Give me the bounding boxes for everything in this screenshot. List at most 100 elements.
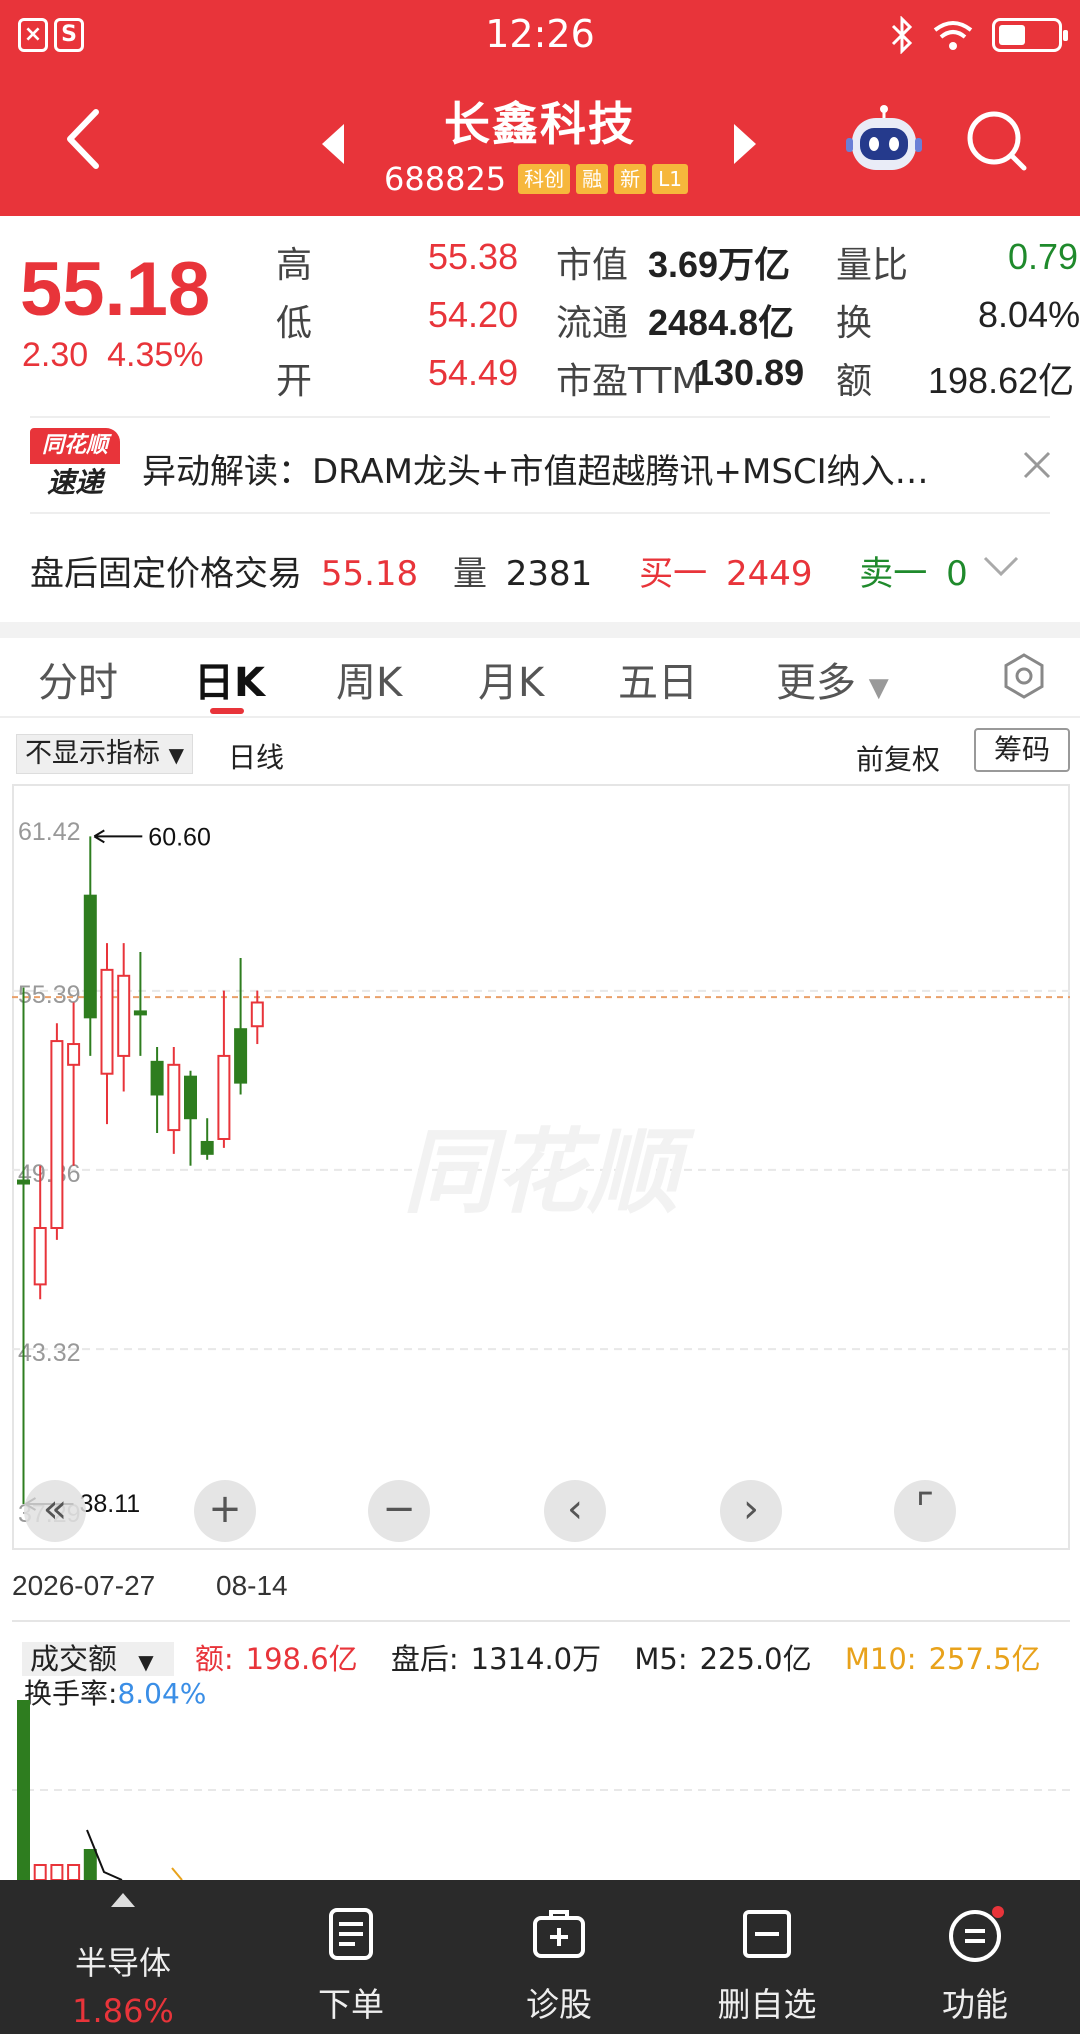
volume-ratio-value: 0.79 [1008, 236, 1079, 277]
high-label: 高 [276, 245, 313, 286]
search-icon[interactable] [964, 108, 1030, 174]
diagnose-kit-icon [533, 1910, 585, 1958]
status-bar: × S 12:26 [0, 0, 1080, 72]
bottom-nav: 半导体 1.86% 下单 诊股 删自选 功能 [0, 1880, 1080, 2034]
tab-five-day[interactable]: 五日 [618, 650, 698, 708]
nav-functions-label: 功能 [942, 1985, 1008, 2024]
indicator-selector[interactable]: 不显示指标 ▼ [16, 734, 193, 774]
alert-divider [30, 512, 1050, 514]
next-stock-icon[interactable] [730, 122, 760, 166]
stock-code: 688825 [384, 160, 507, 198]
m10-readout: M10: 257.5亿 [845, 1642, 1053, 1676]
candle-body [117, 974, 131, 1057]
stock-code-row: 688825 科创 融 新 L1 [384, 160, 689, 198]
volume-selector-label: 成交额 [30, 1642, 118, 1676]
battery-icon [992, 18, 1068, 52]
after-hours-readout: 盘后: 1314.0万 [391, 1642, 613, 1676]
tag-new: 新 [614, 164, 647, 194]
candle-body [133, 1010, 147, 1016]
y-tick-label: 55.39 [18, 981, 81, 1009]
buy-one-value: 2449 [725, 554, 813, 594]
active-tab-indicator [210, 708, 244, 714]
wifi-icon [933, 21, 973, 50]
caret-down-icon: ▼ [168, 743, 184, 767]
date-start: 2026-07-27 [12, 1570, 156, 1601]
float-cap-value: 2484.8亿 [648, 302, 795, 343]
amount-readout-value: 198.6亿 [245, 1642, 358, 1676]
low-label: 低 [276, 303, 313, 344]
m5-value: 225.0亿 [699, 1642, 812, 1676]
pe-value: 130.89 [694, 352, 805, 393]
volume-bar [33, 1864, 47, 1880]
volume-bar [83, 1849, 97, 1880]
zoom-out-button[interactable]: − [368, 1480, 430, 1542]
candle-body [17, 1179, 30, 1185]
candle-body [184, 1075, 197, 1120]
max-price-label: 60.60 [148, 823, 211, 851]
high-value: 55.38 [428, 236, 519, 277]
float-cap-label: 流通 [556, 303, 629, 344]
post-vol-label: 量 [452, 554, 487, 594]
candle-body [250, 1001, 264, 1028]
candlestick-chart[interactable]: 61.4255.3949.3643.3237.29同花顺60.6038.11 [12, 784, 1070, 1550]
tag-margin: 融 [576, 164, 609, 194]
candle-body [217, 1054, 231, 1140]
max-arrow [93, 829, 143, 844]
chips-button[interactable]: 筹码 [974, 728, 1070, 772]
candle-body [50, 1040, 64, 1230]
open-label: 开 [276, 361, 313, 402]
current-price: 55.18 [20, 247, 211, 332]
m10-label: M10: [844, 1642, 917, 1676]
change-amount: 2.30 [22, 336, 89, 374]
market-cap-value: 3.69万亿 [648, 244, 791, 285]
candle-body [33, 1227, 47, 1286]
m5-label: M5: [634, 1642, 688, 1676]
market-cap-label: 市值 [556, 245, 629, 286]
sector-percent: 1.86% [72, 1992, 174, 2030]
candle-body [83, 894, 97, 1019]
scroll-right-button[interactable]: › [720, 1480, 782, 1542]
badge-bottom-text: 速递 [46, 466, 103, 499]
line-type-label: 日线 [228, 741, 285, 774]
alert-text[interactable]: 异动解读：DRAM龙头+市值超越腾讯+MSCI纳入… [142, 444, 962, 493]
tab-monthly-k[interactable]: 月K [478, 650, 544, 708]
tab-intraday[interactable]: 分时 [38, 650, 118, 708]
y-tick-label: 61.42 [18, 818, 81, 846]
flash-news-badge: 同花顺 速递 [30, 428, 120, 500]
header-bar: × S 12:26 长鑫科技 688825 科创 融 新 L1 [0, 0, 1080, 216]
tab-more[interactable]: 更多 ▼ [776, 650, 889, 708]
volume-selector[interactable]: 成交额 ▼ [22, 1642, 174, 1676]
close-icon[interactable] [1020, 448, 1054, 482]
back-icon[interactable] [56, 104, 108, 174]
robot-assistant-icon[interactable] [846, 104, 922, 176]
scroll-left-button[interactable]: ‹ [544, 1480, 606, 1542]
tab-daily-k[interactable]: 日K [194, 650, 265, 708]
price-change: 2.30 4.35% [22, 336, 204, 375]
chevron-down-icon[interactable] [982, 554, 1020, 578]
caret-down-icon: ▼ [868, 673, 889, 703]
tab-weekly-k[interactable]: 周K [336, 650, 402, 708]
scroll-start-button[interactable]: « [24, 1480, 86, 1542]
amount-value: 198.62亿 [928, 360, 1075, 401]
adjust-toggle[interactable]: 前复权 [856, 738, 940, 778]
candle-body [100, 968, 114, 1075]
quote-divider [30, 416, 1050, 418]
post-market-row[interactable]: 盘后固定价格交易 55.18 量 2381 买一 2449 卖一 0 [30, 546, 976, 595]
bluetooth-icon [891, 16, 913, 54]
amount-readout: 额: 198.6亿 [195, 1642, 370, 1676]
caret-up-icon [111, 1893, 135, 1907]
m10-value: 257.5亿 [928, 1642, 1041, 1676]
volume-bar [17, 1700, 30, 1880]
fullscreen-button[interactable]: ⌜ [894, 1480, 956, 1542]
settings-icon[interactable] [1000, 652, 1048, 700]
nav-diagnose-label: 诊股 [526, 1985, 592, 2024]
low-value: 54.20 [428, 294, 519, 335]
zoom-in-button[interactable]: + [194, 1480, 256, 1542]
sector-name: 半导体 [74, 1944, 171, 1982]
tag-level: L1 [652, 164, 689, 194]
nav-remove-watchlist-label: 删自选 [717, 1985, 817, 2024]
amount-label: 额 [836, 361, 873, 402]
indicator-label: 不显示指标 [25, 738, 160, 769]
watermark-text: 同花顺 [403, 1119, 696, 1226]
candle-body [234, 1028, 248, 1084]
